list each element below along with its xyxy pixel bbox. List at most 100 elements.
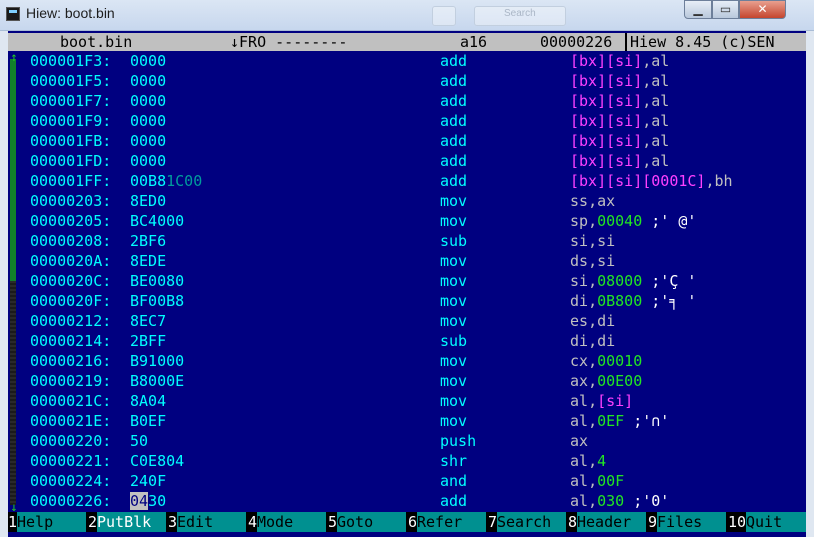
fkey-number: 1 xyxy=(8,512,18,532)
operand-mem: [si] xyxy=(597,392,634,410)
row-bytes: 00B81C00 xyxy=(130,171,202,191)
disasm-row[interactable]: 00000224: 240F and al,00F xyxy=(8,471,806,491)
disasm-row[interactable]: 000001F7: 0000 add [bx][si],al xyxy=(8,91,806,111)
disasm-row[interactable]: 00000205: BC4000 mov sp,00040 ;' @' xyxy=(8,211,806,231)
row-bytes-main: C0E804 xyxy=(130,452,185,470)
fkey-goto[interactable]: 5 Goto xyxy=(328,512,408,532)
disasm-row[interactable]: 000001F5: 0000 add [bx][si],al xyxy=(8,71,806,91)
disasm-row[interactable]: 000001FD: 0000 add [bx][si],al xyxy=(8,151,806,171)
row-mnemonic: mov xyxy=(440,352,468,370)
operand-mem: [bx][si] xyxy=(570,112,643,130)
operand-reg: si xyxy=(597,232,616,250)
fkey-label: Refer xyxy=(417,512,486,532)
disasm-row[interactable]: 00000226: 0430 add al,030 ;'0' xyxy=(8,491,806,511)
maximize-button[interactable]: ▭ xyxy=(712,0,739,19)
disasm-row[interactable]: 00000220: 50 push ax xyxy=(8,431,806,451)
disasm-row[interactable]: 000001FB: 0000 add [bx][si],al xyxy=(8,131,806,151)
row-mnemonic: mov xyxy=(440,392,468,410)
operand-pun: , xyxy=(588,352,598,370)
status-product: Hiew 8.45 (c)SEN xyxy=(630,33,775,51)
disasm-row[interactable]: 00000203: 8ED0 mov ss,ax xyxy=(8,191,806,211)
operand-com: ;'0' xyxy=(624,492,670,510)
operand-com: ;'╕ ' xyxy=(642,292,697,310)
row-mnemonic: mov xyxy=(440,272,468,290)
disasm-row[interactable]: 0000021C: 8A04 mov al,[si] xyxy=(8,391,806,411)
operand-num: 4 xyxy=(597,452,607,470)
row-address: 0000020C: xyxy=(30,272,112,290)
fkey-number: 6 xyxy=(408,512,418,532)
disassembly-listing[interactable]: 000001F3: 0000 add [bx][si],al 000001F5: 0000… xyxy=(8,51,806,511)
disasm-row[interactable]: 00000212: 8EC7 mov es,di xyxy=(8,311,806,331)
disasm-row[interactable]: 0000020C: BE0080 mov si,08000 ;'Ç ' xyxy=(8,271,806,291)
operand-pun: , xyxy=(588,452,598,470)
disasm-row[interactable]: 00000219: B8000E mov ax,00E00 xyxy=(8,371,806,391)
fkey-edit[interactable]: 3 Edit xyxy=(168,512,248,532)
fkey-files[interactable]: 9 Files xyxy=(648,512,728,532)
row-mnemonic: add xyxy=(440,52,468,70)
operand-reg: di xyxy=(597,312,616,330)
disasm-row[interactable]: 0000021E: B0EF mov al,0EF ;'∩' xyxy=(8,411,806,431)
disasm-row[interactable]: 00000221: C0E804 shr al,4 xyxy=(8,451,806,471)
operand-mem: [bx][si][0001C] xyxy=(570,172,706,190)
operand-reg: ds xyxy=(570,252,589,270)
fkey-mode[interactable]: 4 Mode xyxy=(248,512,328,532)
operand-mem: [bx][si] xyxy=(570,72,643,90)
operand-mem: [bx][si] xyxy=(570,52,643,70)
operand-num: 030 xyxy=(597,492,625,510)
operand-mem: [bx][si] xyxy=(570,132,643,150)
row-address: 0000021E: xyxy=(30,412,112,430)
fkey-help[interactable]: 1 Help xyxy=(8,512,88,532)
disasm-row[interactable]: 00000214: 2BFF sub di,di xyxy=(8,331,806,351)
disasm-row[interactable]: 000001F9: 0000 add [bx][si],al xyxy=(8,111,806,131)
fkey-search[interactable]: 7 Search xyxy=(488,512,568,532)
fkey-label: Mode xyxy=(257,512,326,532)
disasm-row[interactable]: 0000020A: 8EDE mov ds,si xyxy=(8,251,806,271)
fkey-header[interactable]: 8 Header xyxy=(568,512,648,532)
disasm-row[interactable]: 000001F3: 0000 add [bx][si],al xyxy=(8,51,806,71)
fkey-refer[interactable]: 6 Refer xyxy=(408,512,488,532)
row-address: 000001FF: xyxy=(30,172,112,190)
row-bytes-main: B8000E xyxy=(130,372,185,390)
fkey-putblk[interactable]: 2 PutBlk xyxy=(88,512,168,532)
fkey-label: Header xyxy=(577,512,646,532)
operand-pun: , xyxy=(642,52,652,70)
row-operands: [bx][si],al xyxy=(570,131,669,151)
disasm-row[interactable]: 00000208: 2BF6 sub si,si xyxy=(8,231,806,251)
operand-pun: , xyxy=(642,92,652,110)
fkey-label: Goto xyxy=(337,512,406,532)
row-operands: di,di xyxy=(570,331,615,351)
operand-mem: [bx][si] xyxy=(570,92,643,110)
operand-num: 00010 xyxy=(597,352,643,370)
row-address: 000001F7: xyxy=(30,92,112,110)
minimize-button[interactable]: ▁ xyxy=(684,0,712,19)
fkey-label: PutBlk xyxy=(97,512,166,532)
fkey-number: 7 xyxy=(488,512,498,532)
edit-cursor[interactable]: 04 xyxy=(130,492,149,510)
row-address: 00000220: xyxy=(30,432,112,450)
disasm-row[interactable]: 0000020F: BF00B8 mov di,0B800 ;'╕ ' xyxy=(8,291,806,311)
fkey-number: 5 xyxy=(328,512,338,532)
disasm-row[interactable]: 00000216: B91000 mov cx,00010 xyxy=(8,351,806,371)
operand-reg: si xyxy=(570,272,589,290)
fkey-number: 3 xyxy=(168,512,178,532)
row-operands: al,4 xyxy=(570,451,606,471)
operand-reg: al xyxy=(651,72,670,90)
disasm-row[interactable]: 000001FF: 00B81C00 add [bx][si][0001C],bh xyxy=(8,171,806,191)
row-address: 000001F3: xyxy=(30,52,112,70)
row-mnemonic: sub xyxy=(440,332,468,350)
hiew-console[interactable]: boot.bin ↓FRO -------- a16 00000226 Hiew… xyxy=(8,31,806,537)
operand-num: 08000 xyxy=(597,272,643,290)
row-bytes: 8A04 xyxy=(130,391,166,411)
row-bytes: 50 xyxy=(130,431,148,451)
close-icon: ✕ xyxy=(757,2,768,16)
row-operands: [bx][si],al xyxy=(570,51,669,71)
status-mode: ↓FRO -------- xyxy=(230,33,348,51)
operand-reg: al xyxy=(651,52,670,70)
row-bytes-overflow: 1C00 xyxy=(166,172,203,190)
status-filename: boot.bin xyxy=(60,33,133,51)
operand-pun: , xyxy=(588,212,598,230)
close-button[interactable]: ✕ xyxy=(739,0,786,19)
title-bar: Hiew: boot.bin Search ▁ ▭ ✕ xyxy=(0,0,814,31)
row-operands: ds,si xyxy=(570,251,615,271)
fkey-quit[interactable]: 10 Quit xyxy=(728,512,808,532)
